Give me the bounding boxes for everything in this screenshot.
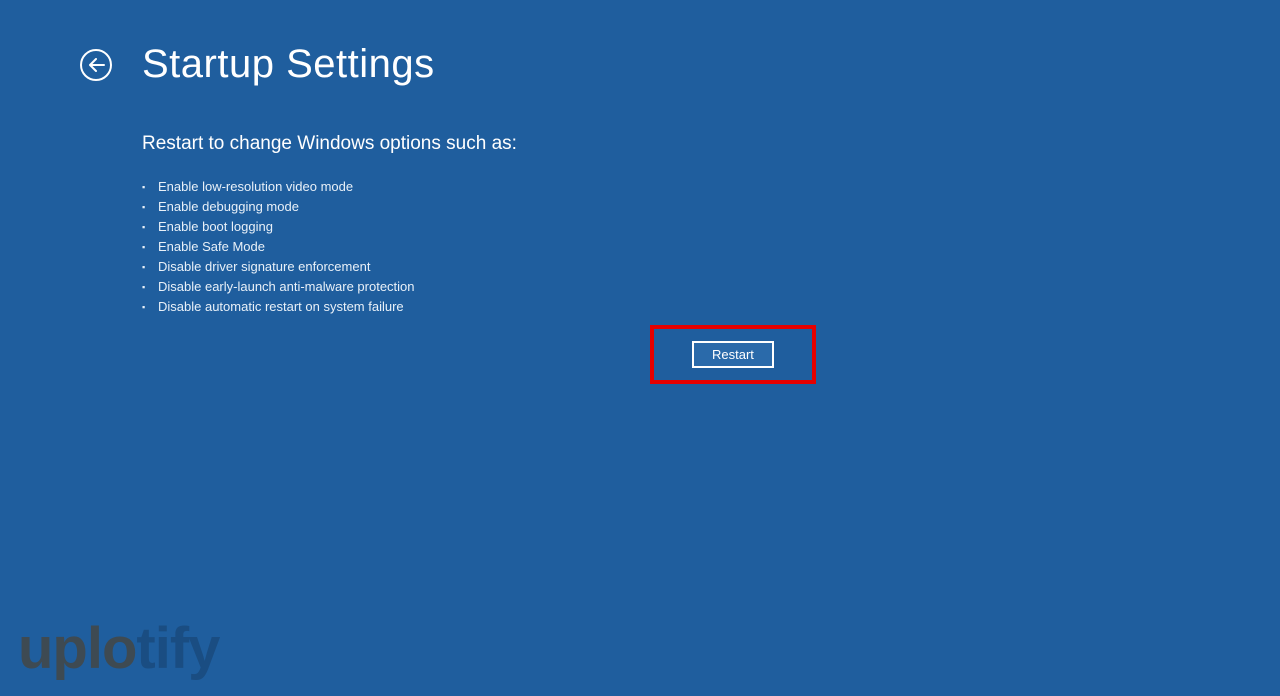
list-item: Enable boot logging: [156, 217, 1280, 237]
list-item: Enable low-resolution video mode: [156, 177, 1280, 197]
highlight-annotation: Restart: [650, 325, 816, 384]
list-item: Enable debugging mode: [156, 197, 1280, 217]
back-arrow-icon: [89, 58, 103, 72]
list-item: Disable early-launch anti-malware protec…: [156, 277, 1280, 297]
back-button[interactable]: [80, 49, 112, 81]
list-item: Disable driver signature enforcement: [156, 257, 1280, 277]
list-item: Enable Safe Mode: [156, 237, 1280, 257]
watermark: uplotify: [18, 620, 219, 678]
restart-button[interactable]: Restart: [692, 341, 774, 368]
list-item: Disable automatic restart on system fail…: [156, 297, 1280, 317]
watermark-part2: tify: [136, 616, 219, 681]
options-list: Enable low-resolution video mode Enable …: [142, 177, 1280, 317]
subtitle: Restart to change Windows options such a…: [142, 133, 1280, 155]
page-title: Startup Settings: [142, 42, 435, 87]
watermark-part1: uplo: [18, 616, 136, 681]
